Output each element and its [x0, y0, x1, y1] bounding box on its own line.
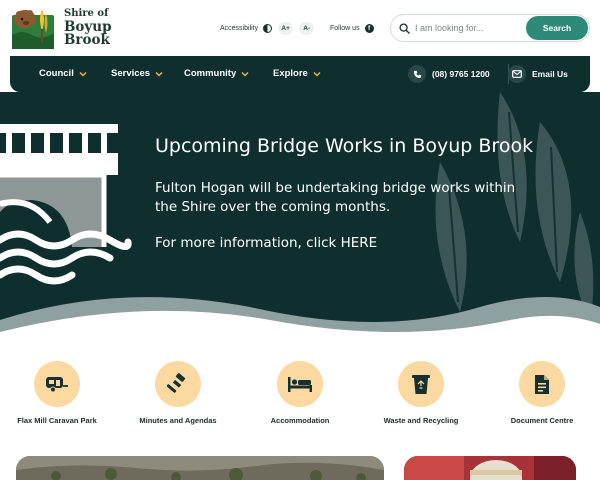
document-icon	[535, 374, 549, 394]
quick-link-circle	[277, 361, 323, 407]
quick-link-circle	[519, 361, 565, 407]
nav-item-explore[interactable]: Explore	[273, 68, 321, 79]
follow-label: Follow us	[330, 24, 360, 32]
hero-banner[interactable]: Upcoming Bridge Works in Boyup Brook Ful…	[0, 92, 600, 340]
quick-link-accommodation[interactable]: Accommodation	[240, 361, 360, 425]
hero-title: Upcoming Bridge Works in Boyup Brook	[155, 135, 534, 157]
nav-item-community[interactable]: Community	[184, 68, 249, 79]
phone-link[interactable]: (08) 9765 1200	[408, 64, 490, 84]
social-follow: Follow us f	[330, 21, 374, 35]
nav-item-label: Services	[111, 68, 151, 79]
phone-number: (08) 9765 1200	[432, 69, 490, 79]
nav-item-services[interactable]: Services	[111, 68, 163, 79]
accessibility-label: Accessibility	[220, 24, 259, 32]
email-link[interactable]: Email Us	[508, 64, 568, 84]
nav-item-label: Explore	[273, 68, 308, 79]
quick-link-label: Accommodation	[270, 416, 330, 425]
quick-link-circle	[155, 361, 201, 407]
caravan-icon	[46, 377, 68, 393]
shire-crest-icon	[12, 9, 54, 49]
gavel-icon	[167, 373, 186, 393]
quick-link-label: Waste and Recycling	[383, 416, 459, 425]
quick-links: Flax Mill Caravan Park Minutes and Agend…	[0, 355, 600, 425]
nav-item-label: Community	[184, 68, 237, 79]
text-increase-button[interactable]: A+	[278, 21, 294, 35]
logo-text-main: Boyup Brook	[64, 18, 112, 48]
bed-icon	[288, 377, 312, 392]
firefighter-image	[404, 456, 576, 480]
news-card-landscape[interactable]	[16, 456, 384, 480]
search-button[interactable]: Search	[526, 16, 588, 40]
chevron-down-icon	[155, 71, 163, 77]
facebook-icon[interactable]: f	[364, 23, 374, 33]
search-input[interactable]	[415, 23, 525, 33]
search-icon	[399, 22, 410, 34]
quick-link-circle	[34, 361, 80, 407]
quick-link-waste-recycling[interactable]: Waste and Recycling	[361, 361, 481, 425]
quick-link-label: Document Centre	[510, 416, 574, 425]
news-card-firefighter[interactable]	[404, 456, 576, 480]
site-header: Shire of Boyup Brook Accessibility A+ A-…	[0, 0, 600, 56]
contrast-icon[interactable]	[263, 23, 273, 33]
site-logo[interactable]: Shire of Boyup Brook	[10, 5, 160, 51]
phone-icon	[408, 65, 426, 83]
email-icon	[508, 65, 526, 83]
text-decrease-button[interactable]: A-	[299, 21, 315, 35]
quick-link-label: Minutes and Agendas	[139, 416, 217, 425]
quick-link-caravan-park[interactable]: Flax Mill Caravan Park	[0, 361, 117, 425]
hero-link[interactable]: For more information, click HERE	[155, 235, 377, 251]
recycle-bin-icon	[412, 375, 430, 394]
search-bar: Search	[390, 14, 590, 42]
logo-text-small: Shire of	[64, 7, 109, 19]
nav-item-label: Council	[39, 68, 74, 79]
quick-link-minutes-agendas[interactable]: Minutes and Agendas	[118, 361, 238, 425]
quick-link-label: Flax Mill Caravan Park	[17, 416, 97, 425]
chevron-down-icon	[313, 71, 321, 77]
main-navigation: Council Services Community Explore (08) …	[10, 56, 590, 92]
hero-text: Fulton Hogan will be undertaking bridge …	[155, 180, 516, 215]
accessibility-tools: Accessibility A+ A-	[220, 21, 315, 35]
quick-link-document-centre[interactable]: Document Centre	[482, 361, 600, 425]
email-label: Email Us	[532, 69, 568, 79]
chevron-down-icon	[79, 71, 87, 77]
quick-link-circle	[398, 361, 444, 407]
nav-item-council[interactable]: Council	[39, 68, 87, 79]
chevron-down-icon	[241, 71, 249, 77]
landscape-image	[16, 456, 384, 480]
